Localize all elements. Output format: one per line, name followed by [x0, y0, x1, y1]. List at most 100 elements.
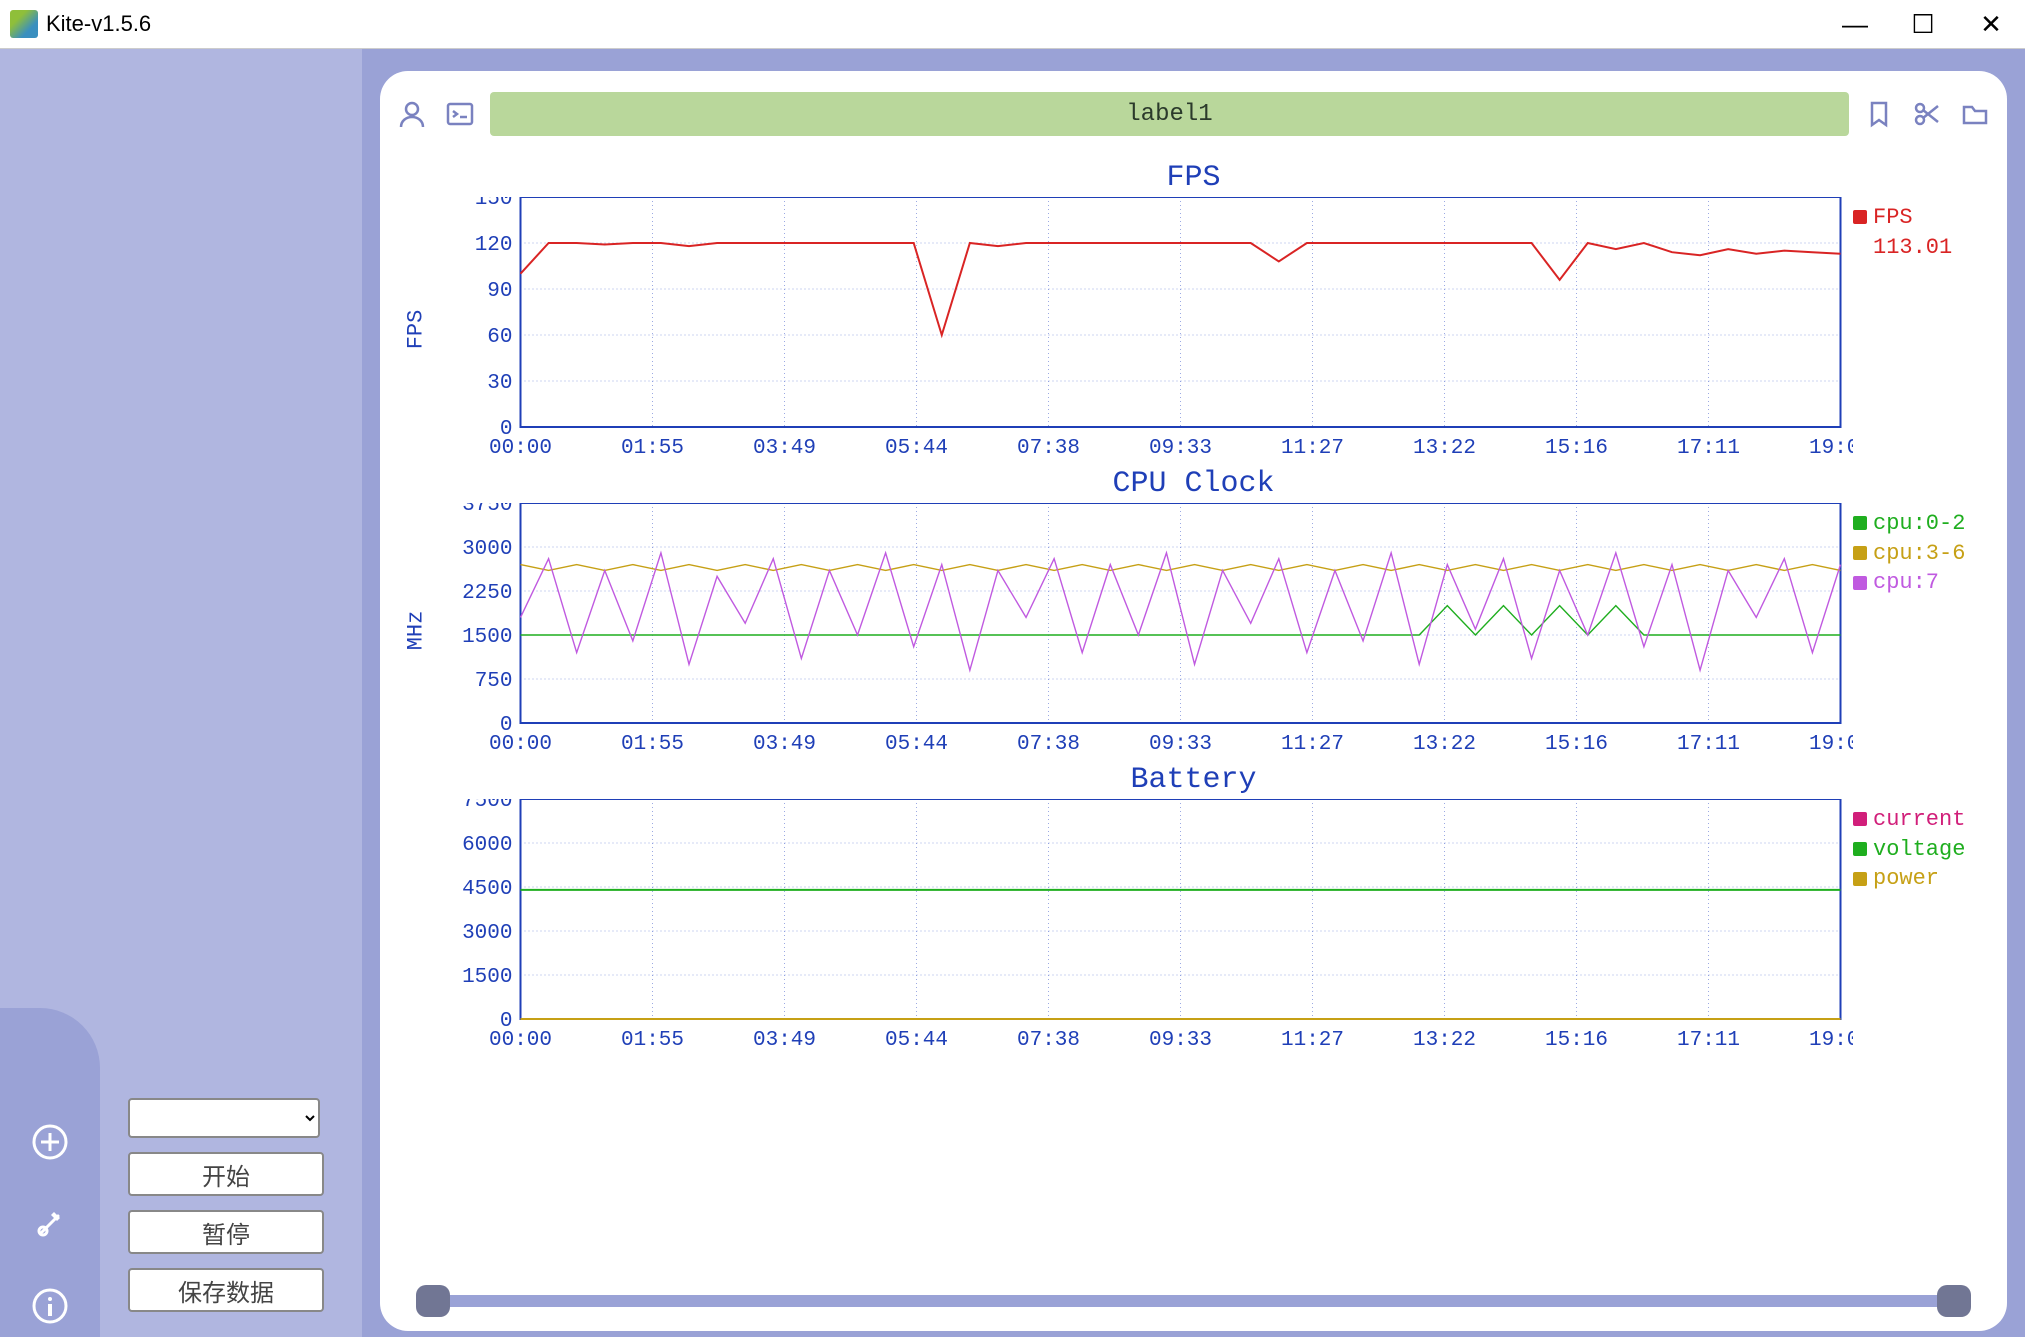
- bookmark-icon[interactable]: [1861, 96, 1897, 132]
- svg-text:13:22: 13:22: [1413, 733, 1476, 756]
- svg-text:00:00: 00:00: [489, 437, 552, 460]
- svg-text:17:11: 17:11: [1677, 733, 1740, 756]
- legend-item[interactable]: power: [1853, 864, 1993, 894]
- settings-button[interactable]: [28, 1202, 72, 1246]
- svg-text:19:05: 19:05: [1809, 437, 1853, 460]
- svg-text:60: 60: [487, 326, 512, 349]
- legend-swatch: [1853, 842, 1867, 856]
- svg-text:30: 30: [487, 372, 512, 395]
- svg-text:00:00: 00:00: [489, 1029, 552, 1052]
- legend-label: cpu:7: [1873, 570, 1939, 595]
- add-button[interactable]: [28, 1120, 72, 1164]
- svg-text:7500: 7500: [462, 799, 512, 813]
- time-range-slider[interactable]: [420, 1295, 1967, 1307]
- svg-text:19:05: 19:05: [1809, 1029, 1853, 1052]
- svg-text:01:55: 01:55: [621, 733, 684, 756]
- svg-text:2250: 2250: [462, 582, 512, 605]
- terminal-icon[interactable]: [442, 96, 478, 132]
- info-button[interactable]: [28, 1284, 72, 1328]
- sidebar: 开始 暂停 保存数据: [0, 49, 362, 1337]
- svg-text:01:55: 01:55: [621, 1029, 684, 1052]
- y-axis-label: MHz: [403, 610, 428, 650]
- chart-title: CPU Clock: [394, 467, 1993, 501]
- series-line: [521, 565, 1841, 571]
- svg-text:15:16: 15:16: [1545, 437, 1608, 460]
- legend-swatch: [1853, 576, 1867, 590]
- legend-label: power: [1873, 866, 1939, 891]
- user-icon[interactable]: [394, 96, 430, 132]
- legend-swatch: [1853, 812, 1867, 826]
- title-bar: Kite-v1.5.6 — ☐ ✕: [0, 0, 2025, 49]
- pause-button[interactable]: 暂停: [128, 1210, 324, 1254]
- svg-text:3000: 3000: [462, 922, 512, 945]
- svg-text:750: 750: [475, 670, 513, 693]
- svg-text:11:27: 11:27: [1281, 437, 1344, 460]
- svg-text:03:49: 03:49: [753, 733, 816, 756]
- svg-text:120: 120: [475, 234, 513, 257]
- chart-plot[interactable]: 030609012015000:0001:5503:4905:4407:3809…: [438, 197, 1853, 461]
- svg-text:07:38: 07:38: [1017, 733, 1080, 756]
- legend-swatch: [1853, 516, 1867, 530]
- svg-text:11:27: 11:27: [1281, 1029, 1344, 1052]
- svg-text:03:49: 03:49: [753, 1029, 816, 1052]
- start-button[interactable]: 开始: [128, 1152, 324, 1196]
- legend-item[interactable]: cpu:3-6: [1853, 539, 1993, 569]
- chart-title: FPS: [394, 161, 1993, 195]
- svg-text:09:33: 09:33: [1149, 1029, 1212, 1052]
- legend-swatch: [1853, 872, 1867, 886]
- folder-icon[interactable]: [1957, 96, 1993, 132]
- svg-text:00:00: 00:00: [489, 733, 552, 756]
- scissors-icon[interactable]: [1909, 96, 1945, 132]
- svg-text:4500: 4500: [462, 878, 512, 901]
- maximize-button[interactable]: ☐: [1889, 0, 1957, 48]
- svg-text:19:05: 19:05: [1809, 733, 1853, 756]
- legend-swatch: [1853, 546, 1867, 560]
- svg-text:15:16: 15:16: [1545, 733, 1608, 756]
- legend-item[interactable]: voltage: [1853, 835, 1993, 865]
- legend-label: current: [1873, 807, 1965, 832]
- svg-text:3750: 3750: [462, 503, 512, 517]
- svg-text:07:38: 07:38: [1017, 437, 1080, 460]
- close-button[interactable]: ✕: [1957, 0, 2025, 48]
- svg-text:11:27: 11:27: [1281, 733, 1344, 756]
- legend-label: cpu:0-2: [1873, 511, 1965, 536]
- svg-text:07:38: 07:38: [1017, 1029, 1080, 1052]
- svg-text:6000: 6000: [462, 834, 512, 857]
- legend-item[interactable]: cpu:0-2: [1853, 509, 1993, 539]
- label-display: label1: [490, 92, 1849, 136]
- svg-text:17:11: 17:11: [1677, 437, 1740, 460]
- svg-text:05:44: 05:44: [885, 733, 948, 756]
- svg-text:90: 90: [487, 280, 512, 303]
- svg-text:150: 150: [475, 197, 513, 211]
- svg-text:03:49: 03:49: [753, 437, 816, 460]
- chart-title: Battery: [394, 763, 1993, 797]
- svg-text:3000: 3000: [462, 538, 512, 561]
- slider-handle-left[interactable]: [416, 1285, 450, 1317]
- svg-text:1500: 1500: [462, 626, 512, 649]
- svg-text:05:44: 05:44: [885, 437, 948, 460]
- svg-text:1500: 1500: [462, 966, 512, 989]
- chart-panel: label1 FPSFPS030609012015000:0001:5503:4…: [380, 71, 2007, 1331]
- svg-text:01:55: 01:55: [621, 437, 684, 460]
- save-data-button[interactable]: 保存数据: [128, 1268, 324, 1312]
- legend-label: cpu:3-6: [1873, 541, 1965, 566]
- svg-text:15:16: 15:16: [1545, 1029, 1608, 1052]
- svg-text:13:22: 13:22: [1413, 1029, 1476, 1052]
- svg-text:09:33: 09:33: [1149, 733, 1212, 756]
- legend-item[interactable]: cpu:7: [1853, 568, 1993, 598]
- legend-swatch: [1853, 210, 1867, 224]
- legend-item[interactable]: FPS: [1853, 203, 1993, 233]
- legend-value: 113.01: [1853, 233, 1993, 263]
- legend-label: voltage: [1873, 837, 1965, 862]
- svg-text:09:33: 09:33: [1149, 437, 1212, 460]
- svg-text:05:44: 05:44: [885, 1029, 948, 1052]
- window-title: Kite-v1.5.6: [46, 11, 151, 37]
- legend-item[interactable]: current: [1853, 805, 1993, 835]
- chart-plot[interactable]: 0750150022503000375000:0001:5503:4905:44…: [438, 503, 1853, 757]
- minimize-button[interactable]: —: [1821, 0, 1889, 48]
- y-axis-label: FPS: [403, 309, 428, 349]
- device-select[interactable]: [128, 1098, 320, 1138]
- svg-text:13:22: 13:22: [1413, 437, 1476, 460]
- chart-plot[interactable]: 01500300045006000750000:0001:5503:4905:4…: [438, 799, 1853, 1053]
- slider-handle-right[interactable]: [1937, 1285, 1971, 1317]
